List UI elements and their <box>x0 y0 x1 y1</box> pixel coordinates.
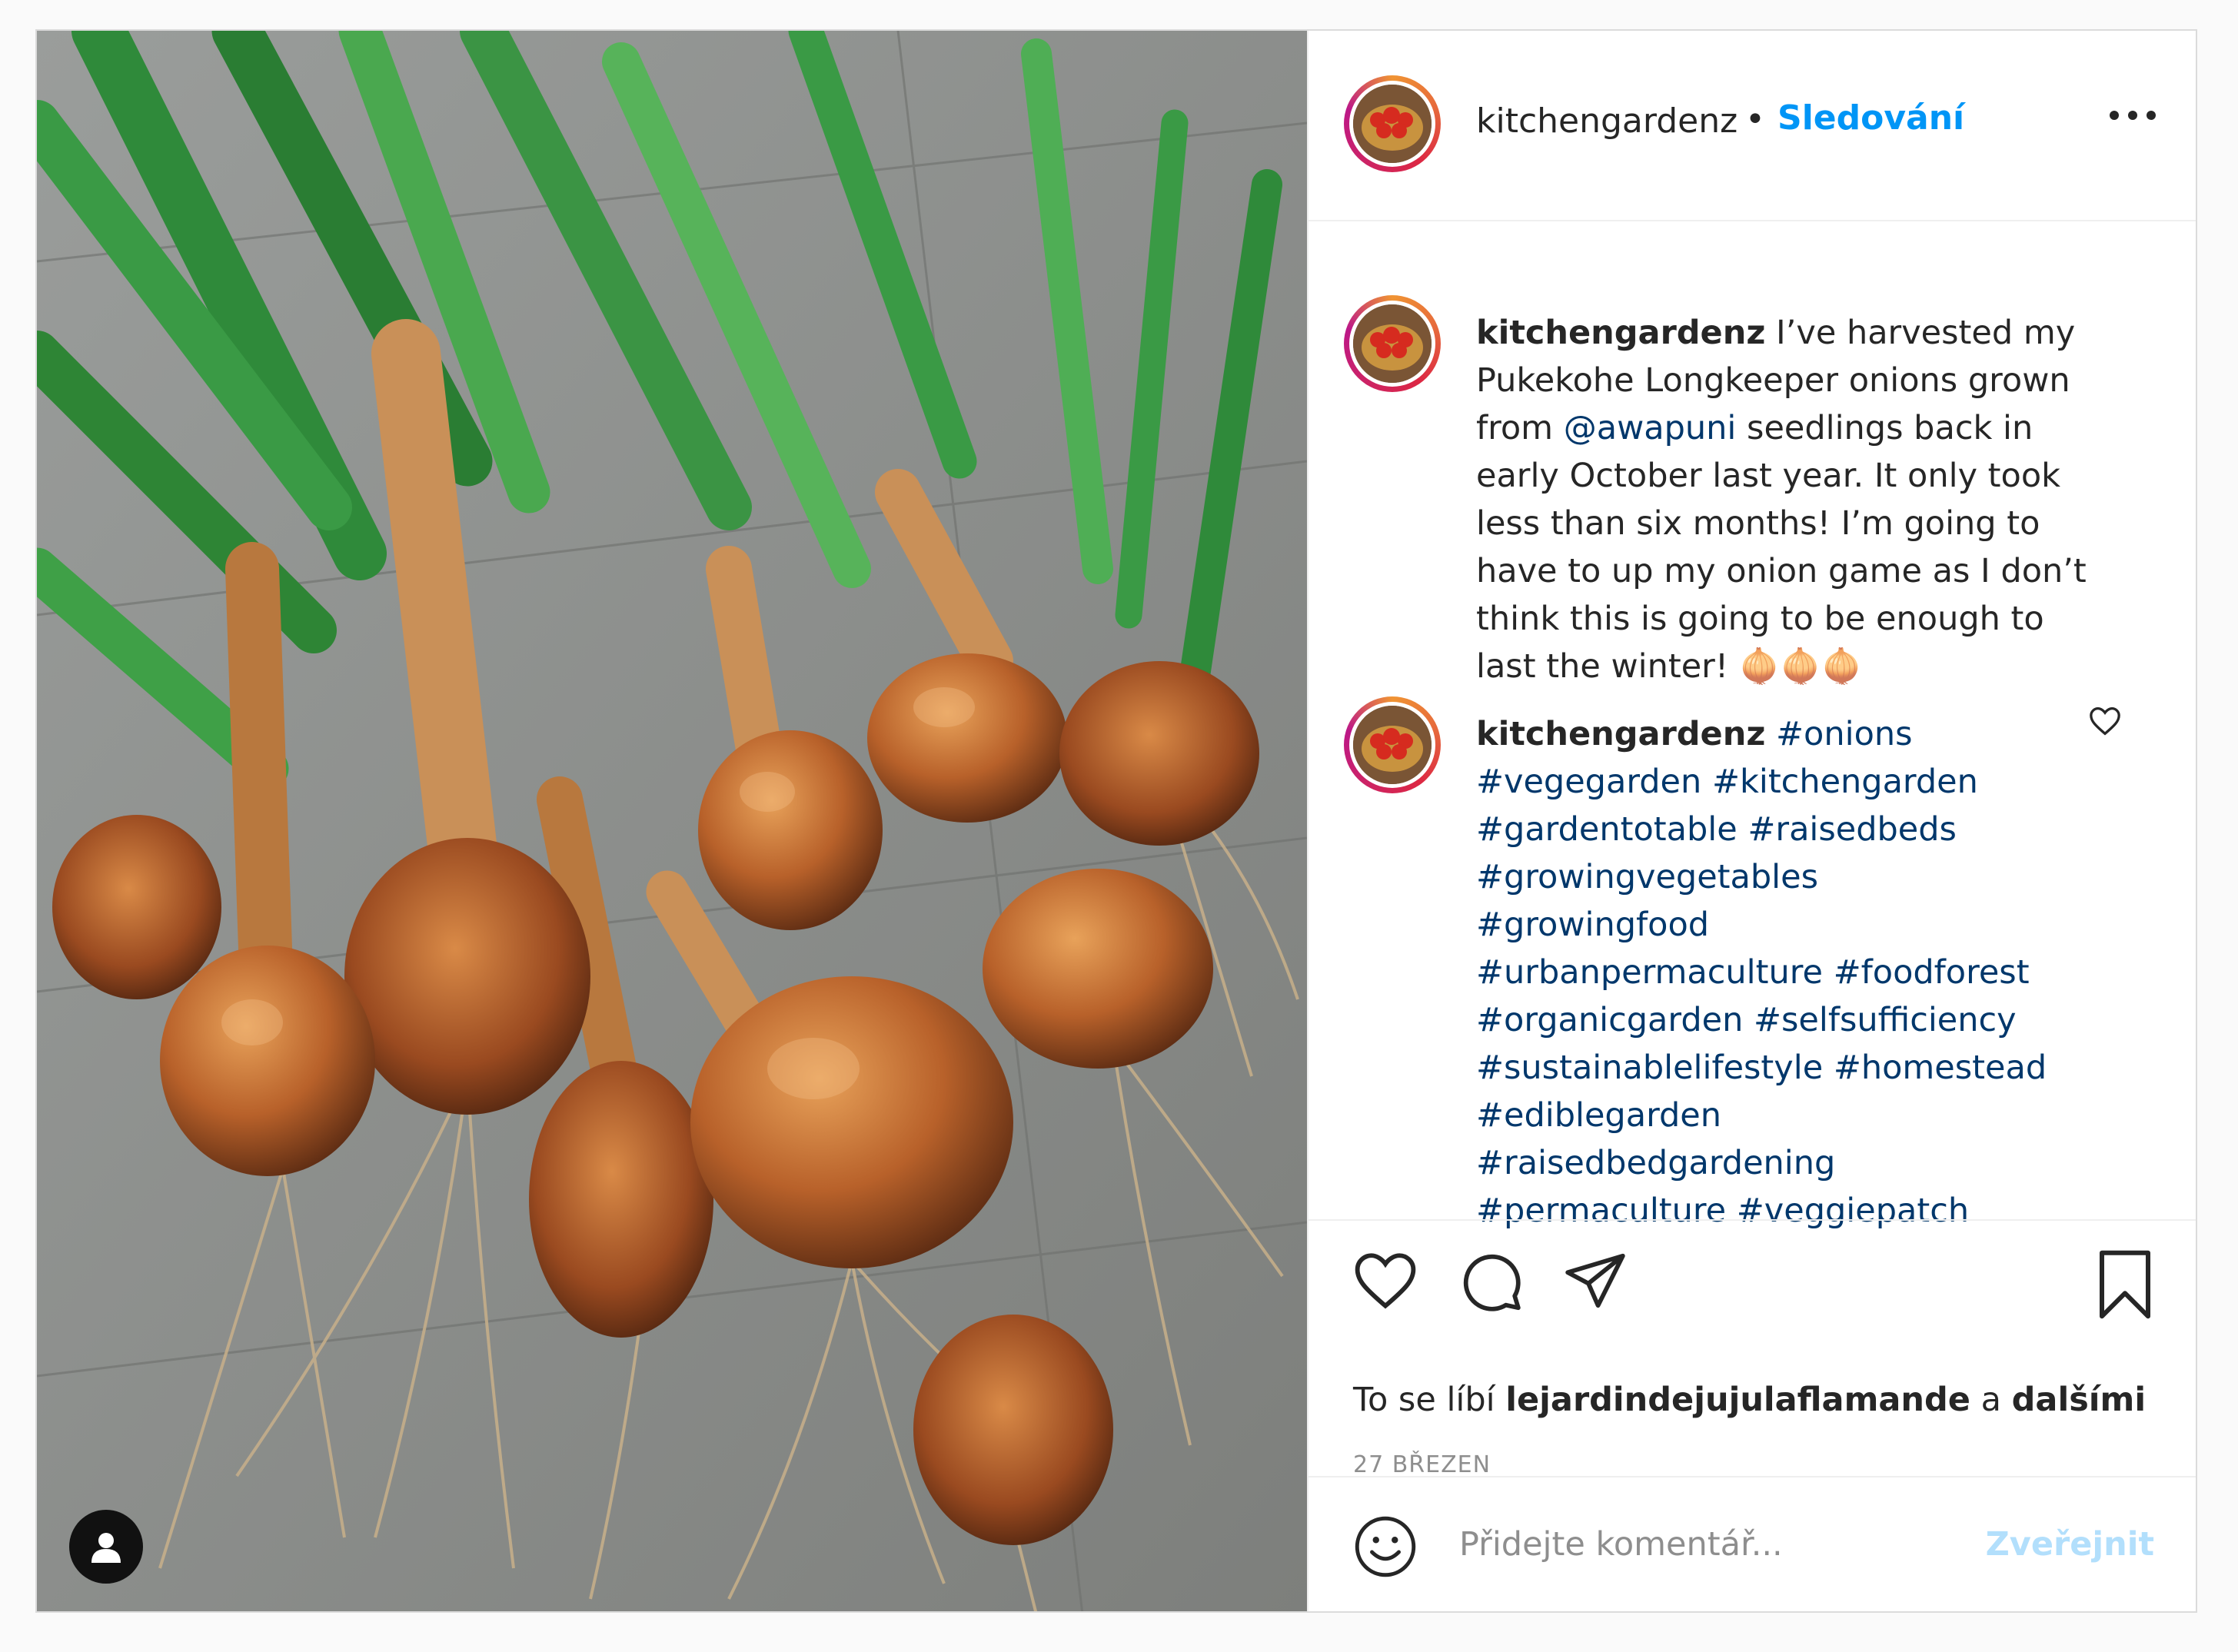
bookmark-icon[interactable] <box>2096 1250 2154 1319</box>
likes-prefix: To se líbí <box>1353 1381 1495 1419</box>
hashtag-link[interactable]: #organicgarden <box>1476 1001 1743 1039</box>
likes-summary: To se líbí lejardindejujulaflamande a da… <box>1353 1381 2146 1419</box>
user-icon <box>91 1533 121 1563</box>
hashtag-link[interactable]: #growingfood <box>1476 906 1709 944</box>
onion-emoji: 🧅🧅🧅 <box>1738 647 1863 686</box>
caption-text-continued: seedlings back in early October last yea… <box>1476 409 2087 686</box>
post-sidebar: kitchengardenz • Sledování kitchengarden… <box>1307 31 2196 1611</box>
hashtag-comment: kitchengardenz #onions #vegegarden #kitc… <box>1476 710 2060 1235</box>
caption-avatar[interactable] <box>1344 295 1441 392</box>
separator-dot: • <box>1745 100 1765 139</box>
hashtag-link[interactable]: #sustainablelifestyle <box>1476 1049 1823 1087</box>
hashtag-link[interactable]: #homestead <box>1834 1049 2047 1087</box>
likes-user-link[interactable]: lejardindejujulaflamande <box>1505 1381 1970 1419</box>
hashtag-link[interactable]: #ediblegarden <box>1476 1096 1721 1135</box>
comment-username[interactable]: kitchengardenz <box>1476 314 1765 352</box>
comment-input[interactable]: Přidejte komentář... <box>1459 1525 1783 1564</box>
avatar[interactable] <box>1344 75 1441 172</box>
post-date[interactable]: 27 BŘEZEN <box>1353 1451 1491 1478</box>
add-comment-bar: Přidejte komentář... Zveřejnit <box>1309 1476 2196 1611</box>
strawberry-basket-avatar <box>1353 706 1432 784</box>
hashtag-link[interactable]: #kitchengarden <box>1712 763 1978 801</box>
hashtag-link[interactable]: #vegegarden <box>1476 763 1701 801</box>
comments-list: kitchengardenz I’ve harvested my Pukekoh… <box>1309 221 2196 1244</box>
mention-link[interactable]: @awapuni <box>1564 409 1737 447</box>
hashtag-link[interactable]: #onions <box>1776 715 1913 753</box>
hashtag-link[interactable]: #growingvegetables <box>1476 858 1818 896</box>
post-card: kitchengardenz • Sledování kitchengarden… <box>35 29 2197 1613</box>
post-header: kitchengardenz • Sledování <box>1309 31 2196 221</box>
heart-icon[interactable] <box>1352 1250 1419 1311</box>
hashtag-link[interactable]: #selfsufficiency <box>1754 1001 2017 1039</box>
header-username[interactable]: kitchengardenz <box>1476 101 1738 141</box>
comment-like-heart-icon[interactable] <box>2088 706 2122 736</box>
comment-icon[interactable] <box>1458 1250 1524 1316</box>
hashtag-link[interactable]: #gardentotable <box>1476 810 1738 849</box>
comment-username[interactable]: kitchengardenz <box>1476 715 1765 753</box>
hashtag-link[interactable]: #foodforest <box>1834 953 2030 992</box>
tagged-users-button[interactable] <box>69 1510 143 1584</box>
strawberry-basket-avatar <box>1353 85 1432 163</box>
post-comment-button[interactable]: Zveřejnit <box>1986 1525 2154 1564</box>
post-photo[interactable] <box>37 31 1307 1611</box>
post-actions: To se líbí lejardindejujulaflamande a da… <box>1309 1219 2196 1482</box>
hashtag-link[interactable]: #raisedbeds <box>1748 810 1957 849</box>
hashtag-link[interactable]: #urbanpermaculture <box>1476 953 1823 992</box>
smiley-icon[interactable] <box>1353 1514 1418 1579</box>
following-button[interactable]: Sledování <box>1777 98 1964 138</box>
hashtag-comment-avatar[interactable] <box>1344 696 1441 793</box>
onion-harvest-image <box>37 31 1307 1611</box>
likes-others-link[interactable]: dalšími <box>2012 1381 2146 1419</box>
strawberry-basket-avatar <box>1353 304 1432 383</box>
more-options-icon[interactable] <box>2110 111 2156 121</box>
caption-comment: kitchengardenz I’ve harvested my Pukekoh… <box>1476 309 2107 690</box>
likes-middle: a <box>1980 1381 2001 1419</box>
paper-plane-icon[interactable] <box>1562 1250 1628 1311</box>
hashtag-link[interactable]: #raisedbedgardening <box>1476 1144 1835 1182</box>
